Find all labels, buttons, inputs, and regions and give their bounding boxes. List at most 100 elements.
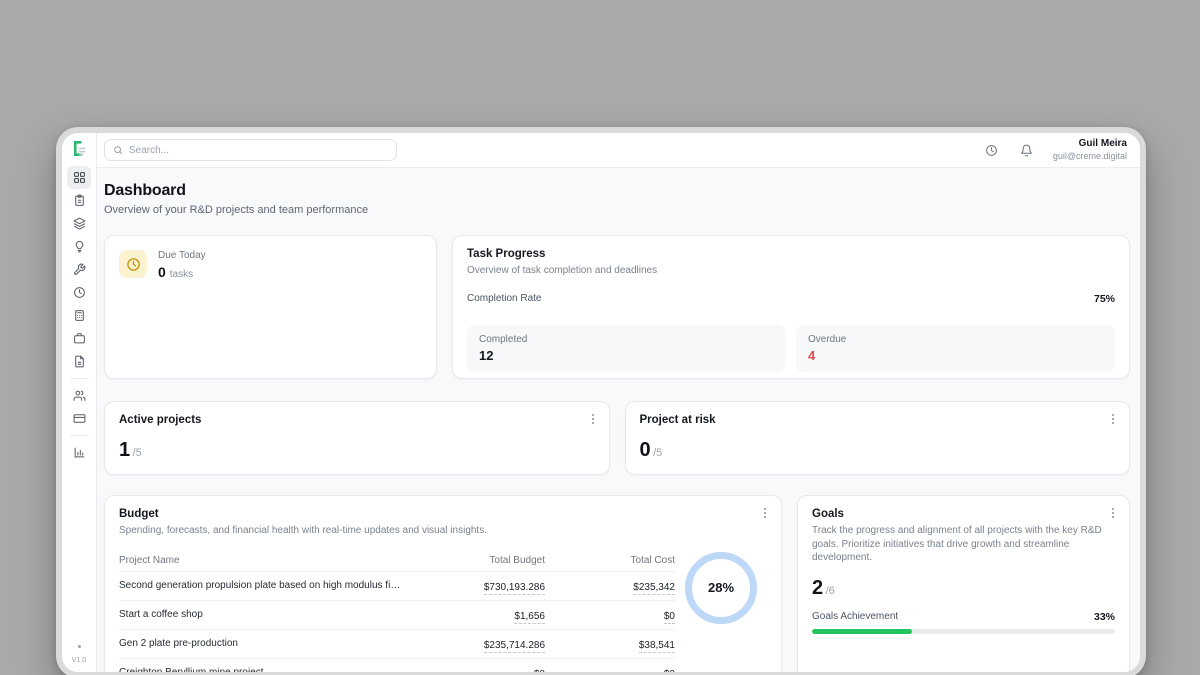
history-clock-button[interactable] [981, 139, 1003, 161]
overdue-stat-box: Overdue 4 [796, 325, 1115, 372]
users-icon [73, 389, 86, 402]
due-today-value: 0 [158, 264, 166, 280]
column-project-name: Project Name [119, 555, 413, 566]
sidebar-divider [70, 378, 89, 379]
main-area: Search... Guil Meira guil@creme.digital [97, 133, 1140, 672]
completed-value: 12 [479, 348, 774, 363]
budget-card: Budget Spending, forecasts, and financia… [104, 495, 782, 672]
task-progress-card: Task Progress Overview of task completio… [452, 235, 1130, 379]
sidebar-divider [70, 435, 89, 436]
bar-chart-icon [73, 446, 86, 459]
active-projects-card: Active projects 1 /5 [104, 401, 610, 475]
sidebar-item-time[interactable] [67, 281, 91, 304]
sidebar-item-team[interactable] [67, 384, 91, 407]
table-row[interactable]: Creighton Beryllium mine project $0 $0 [119, 659, 675, 673]
app-surface: V1.0 Search... Guil Meira [62, 133, 1140, 672]
user-email: guil@creme.digital [1053, 151, 1127, 162]
active-projects-total: /5 [133, 447, 142, 459]
total-cost-cell[interactable]: $0 [664, 611, 675, 624]
sidebar-item-tasks[interactable] [67, 189, 91, 212]
total-budget-cell[interactable]: $235,714.286 [484, 640, 545, 653]
clock-icon [126, 257, 141, 272]
budget-table-header: Project Name Total Budget Total Cost [119, 550, 675, 572]
table-row[interactable]: Gen 2 plate pre-production $235,714.286 … [119, 630, 675, 659]
clock-icon [73, 286, 86, 299]
total-budget-cell[interactable]: $0 [534, 669, 545, 673]
budget-title: Budget [119, 508, 767, 520]
project-at-risk-title: Project at risk [640, 414, 1116, 426]
credit-card-icon [73, 412, 86, 425]
budget-subtitle: Spending, forecasts, and financial healt… [119, 524, 767, 538]
clock-icon [985, 144, 998, 157]
due-today-text: Due Today 0 tasks [158, 250, 206, 280]
bell-icon [1020, 144, 1033, 157]
sidebar-item-documents[interactable] [67, 350, 91, 373]
overdue-value: 4 [808, 348, 1103, 363]
kebab-menu-icon[interactable] [1106, 505, 1120, 521]
project-at-risk-value: 0 [640, 439, 651, 462]
calculator-icon [73, 309, 86, 322]
sidebar-item-billing[interactable] [67, 407, 91, 430]
project-name-cell: Creighton Beryllium mine project [119, 667, 413, 672]
completed-label: Completed [479, 334, 774, 345]
goals-total: /6 [826, 585, 835, 597]
active-projects-title: Active projects [119, 414, 595, 426]
project-at-risk-total: /5 [653, 447, 662, 459]
sidebar-item-portfolio[interactable] [67, 327, 91, 350]
sidebar-item-tools[interactable] [67, 258, 91, 281]
column-total-budget: Total Budget [413, 555, 545, 566]
sidebar-item-analytics[interactable] [67, 441, 91, 464]
file-document-icon [73, 355, 86, 368]
active-projects-value: 1 [119, 439, 130, 462]
sidebar: V1.0 [62, 133, 97, 672]
project-at-risk-card: Project at risk 0 /5 [625, 401, 1131, 475]
briefcase-icon [73, 332, 86, 345]
total-cost-cell[interactable]: $0 [664, 669, 675, 673]
task-progress-title: Task Progress [467, 248, 1115, 260]
sidebar-item-calculator[interactable] [67, 304, 91, 327]
sidebar-item-ideas[interactable] [67, 235, 91, 258]
wrench-icon [73, 263, 86, 276]
overdue-label: Overdue [808, 334, 1103, 345]
dashboard-grid-icon [73, 171, 86, 184]
sidebar-item-projects[interactable] [67, 212, 91, 235]
sidebar-item-dashboard[interactable] [67, 166, 91, 189]
goals-card: Goals Track the progress and alignment o… [797, 495, 1130, 672]
search-input[interactable]: Search... [104, 139, 397, 161]
total-budget-cell[interactable]: $730,193.286 [484, 582, 545, 595]
creme-logo-icon [71, 140, 88, 157]
kebab-menu-icon[interactable] [758, 505, 772, 521]
budget-donut-wrap: 28% [675, 552, 767, 624]
layers-icon [73, 217, 86, 230]
user-menu[interactable]: Guil Meira guil@creme.digital [1053, 138, 1127, 162]
user-name: Guil Meira [1053, 138, 1127, 151]
project-name-cell: Gen 2 plate pre-production [119, 638, 413, 649]
total-cost-cell[interactable]: $235,342 [633, 582, 675, 595]
sidebar-footer: V1.0 [72, 645, 86, 672]
task-progress-subtitle: Overview of task completion and deadline… [467, 264, 1115, 278]
column-total-cost: Total Cost [545, 555, 675, 566]
goals-subtitle: Track the progress and alignment of all … [812, 524, 1115, 565]
completed-stat-box: Completed 12 [467, 325, 786, 372]
due-today-unit: tasks [170, 269, 193, 280]
goals-title: Goals [812, 508, 1115, 520]
completion-rate-value: 75% [1094, 293, 1115, 305]
total-budget-cell[interactable]: $1,656 [514, 611, 545, 624]
due-today-icon-box [119, 250, 147, 278]
project-name-cell: Start a coffee shop [119, 609, 413, 620]
table-row[interactable]: Start a coffee shop $1,656 $0 [119, 601, 675, 630]
app-window: V1.0 Search... Guil Meira [56, 127, 1146, 675]
version-label: V1.0 [72, 657, 86, 664]
budget-table: Project Name Total Budget Total Cost Sec… [119, 550, 675, 673]
budget-donut-value: 28% [708, 580, 734, 595]
total-cost-cell[interactable]: $38,541 [639, 640, 675, 653]
lightbulb-icon [73, 240, 86, 253]
kebab-menu-icon[interactable] [586, 411, 600, 427]
goals-progress-bar [812, 629, 1115, 634]
kebab-menu-icon[interactable] [1106, 411, 1120, 427]
notifications-bell-button[interactable] [1016, 139, 1038, 161]
topbar: Search... Guil Meira guil@creme.digital [97, 133, 1140, 168]
table-row[interactable]: Second generation propulsion plate based… [119, 572, 675, 601]
project-name-cell: Second generation propulsion plate based… [119, 580, 413, 591]
clipboard-icon [73, 194, 86, 207]
